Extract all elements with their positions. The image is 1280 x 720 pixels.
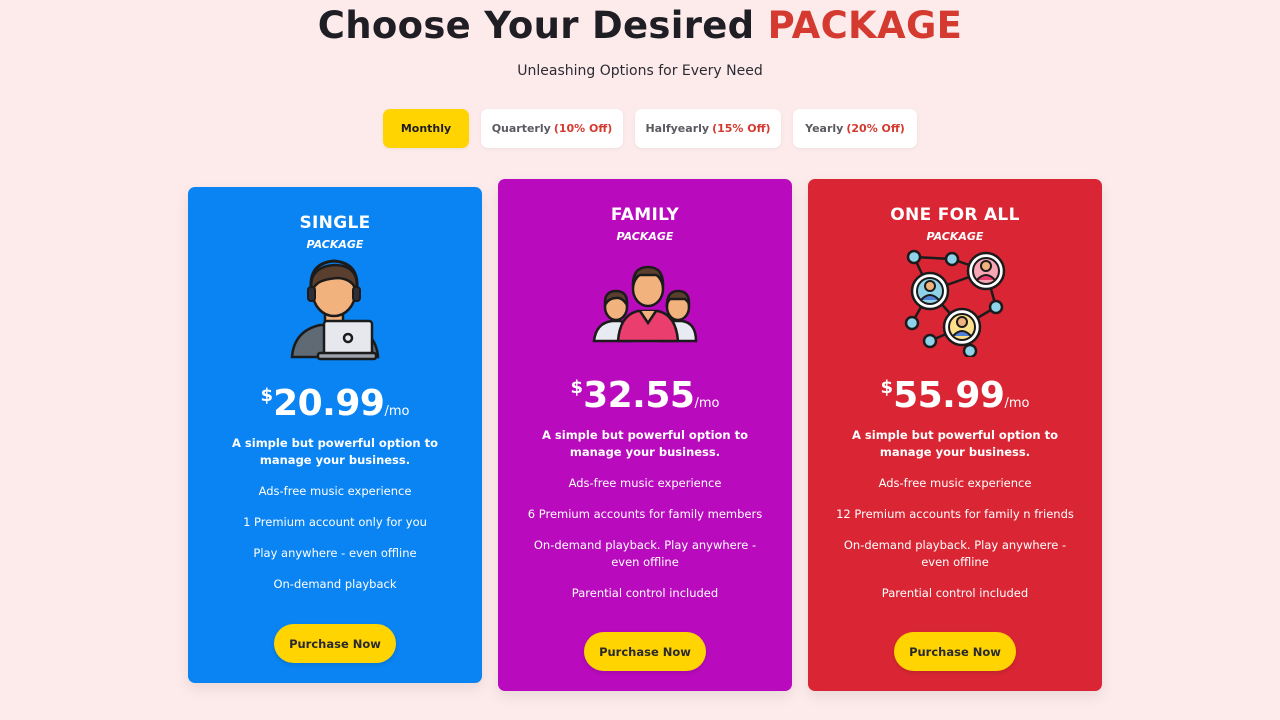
plan-tag: PACKAGE xyxy=(926,230,984,243)
network-users-icon xyxy=(904,249,1006,357)
price-period: /mo xyxy=(1004,396,1030,411)
plan-name: ONE FOR ALL xyxy=(890,205,1020,225)
price-period: /mo xyxy=(384,404,410,419)
plan-feature: Parential control included xyxy=(571,586,719,600)
plan-feature: 6 Premium accounts for family members xyxy=(527,507,763,521)
purchase-button[interactable]: Purchase Now xyxy=(584,632,706,671)
plan-price: $55.99/mo xyxy=(808,375,1102,416)
price-amount: 20.99 xyxy=(273,383,385,424)
plan-tag: PACKAGE xyxy=(306,238,364,251)
plan-card-family: FAMILY PACKAGE $32.55/mo A simple but po… xyxy=(498,179,792,691)
plan-feature: 12 Premium accounts for family n friends xyxy=(836,507,1074,521)
plan-tag: PACKAGE xyxy=(616,230,674,243)
plan-feature: On-demand playback. Play anywhere - even… xyxy=(843,538,1067,569)
tab-label: Monthly xyxy=(400,122,452,135)
title-accent: PACKAGE xyxy=(767,4,963,47)
tab-label: Quarterly xyxy=(491,122,551,135)
price-currency: $ xyxy=(570,377,584,398)
price-currency: $ xyxy=(880,377,894,398)
plan-feature: 1 Premium account only for you xyxy=(243,515,427,529)
plan-feature: Parential control included xyxy=(881,586,1029,600)
price-amount: 55.99 xyxy=(893,375,1005,416)
plan-price: $32.55/mo xyxy=(498,375,792,416)
price-currency: $ xyxy=(260,385,274,406)
plan-description: A simple but powerful option to manage y… xyxy=(852,428,1058,459)
tab-label: Halfyearly xyxy=(645,122,710,135)
tab-label: Yearly xyxy=(805,122,844,135)
tab-quarterly[interactable]: Quarterly (10% Off) xyxy=(481,109,623,148)
page-subtitle: Unleashing Options for Every Need xyxy=(517,63,763,79)
person-laptop-icon xyxy=(290,259,380,361)
tab-discount: (20% Off) xyxy=(846,122,905,135)
plan-card-single: SINGLE PACKAGE $20.99/mo A simple but po… xyxy=(188,187,482,683)
price-amount: 32.55 xyxy=(583,375,695,416)
price-period: /mo xyxy=(694,396,720,411)
tab-halfyearly[interactable]: Halfyearly (15% Off) xyxy=(635,109,781,148)
plan-feature: On-demand playback xyxy=(273,577,397,591)
tab-monthly[interactable]: Monthly xyxy=(383,109,469,148)
plan-card-one-for-all: ONE FOR ALL PACKAGE $55.99/mo A simple b… xyxy=(808,179,1102,691)
plan-feature: Ads-free music experience xyxy=(878,476,1032,490)
family-icon xyxy=(592,265,698,343)
plan-description: A simple but powerful option to manage y… xyxy=(542,428,748,459)
plan-feature: Play anywhere - even offline xyxy=(253,546,417,560)
plan-price: $20.99/mo xyxy=(188,383,482,424)
plan-name: SINGLE xyxy=(299,213,371,233)
plan-description: A simple but powerful option to manage y… xyxy=(232,436,438,467)
pricing-page: Choose Your Desired PACKAGE Unleashing O… xyxy=(0,0,1280,720)
tab-discount: (10% Off) xyxy=(553,122,613,135)
plan-feature: Ads-free music experience xyxy=(258,484,412,498)
tab-discount: (15% Off) xyxy=(712,122,771,135)
plan-name: FAMILY xyxy=(610,205,680,225)
page-title: Choose Your Desired PACKAGE xyxy=(0,4,1280,47)
tab-yearly[interactable]: Yearly (20% Off) xyxy=(793,109,917,148)
plan-feature: On-demand playback. Play anywhere - even… xyxy=(533,538,757,569)
purchase-button[interactable]: Purchase Now xyxy=(274,624,396,663)
purchase-button[interactable]: Purchase Now xyxy=(894,632,1016,671)
plan-feature: Ads-free music experience xyxy=(568,476,722,490)
title-main: Choose Your Desired xyxy=(317,4,755,47)
